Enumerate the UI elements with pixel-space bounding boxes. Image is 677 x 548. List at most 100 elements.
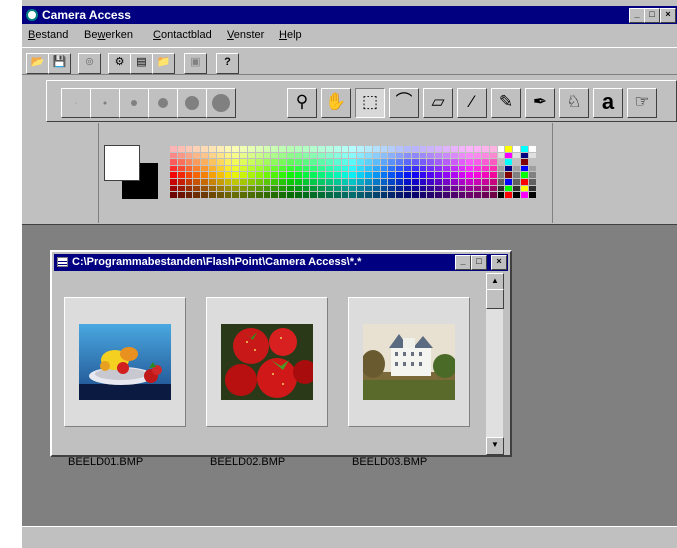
palette-color-cell[interactable] xyxy=(513,165,520,172)
palette-color-cell[interactable] xyxy=(170,185,177,192)
open-icon[interactable]: 📂 xyxy=(26,53,49,74)
palette-color-cell[interactable] xyxy=(271,172,279,178)
palette-color-cell[interactable] xyxy=(263,185,271,192)
palette-color-cell[interactable] xyxy=(365,165,372,172)
palette-color-cell[interactable] xyxy=(443,179,450,185)
palette-color-cell[interactable] xyxy=(326,165,333,172)
palette-color-cell[interactable] xyxy=(419,152,427,159)
palette-color-cell[interactable] xyxy=(365,172,372,178)
title-bar[interactable]: Camera Access _ □ × xyxy=(22,6,677,24)
palette-color-cell[interactable] xyxy=(341,152,349,159)
palette-color-cell[interactable] xyxy=(427,165,435,172)
palette-color-cell[interactable] xyxy=(193,146,201,152)
palette-color-cell[interactable] xyxy=(419,185,427,192)
palette-color-cell[interactable] xyxy=(388,152,396,159)
scan-icon[interactable]: ⊚ xyxy=(78,53,101,74)
palette-color-cell[interactable] xyxy=(372,159,380,165)
palette-color-cell[interactable] xyxy=(404,152,411,159)
palette-color-cell[interactable] xyxy=(411,152,419,159)
palette-color-cell[interactable] xyxy=(224,192,232,198)
palette-color-cell[interactable] xyxy=(458,179,466,185)
palette-color-cell[interactable] xyxy=(177,185,185,192)
smudge-tool-icon[interactable]: ☞ xyxy=(627,88,657,118)
palette-color-cell[interactable] xyxy=(489,152,497,159)
palette-color-cell[interactable] xyxy=(209,172,216,178)
palette-color-cell[interactable] xyxy=(224,185,232,192)
palette-color-cell[interactable] xyxy=(521,192,528,198)
thumbnail-label-3[interactable]: BEELD03.BMP xyxy=(352,456,427,468)
palette-color-cell[interactable] xyxy=(489,179,497,185)
palette-color-cell[interactable] xyxy=(302,172,310,178)
palette-color-cell[interactable] xyxy=(294,165,302,172)
minimize-button[interactable]: _ xyxy=(629,8,645,23)
palette-color-cell[interactable] xyxy=(458,165,466,172)
palette-color-cell[interactable] xyxy=(294,152,302,159)
palette-color-cell[interactable] xyxy=(232,192,240,198)
palette-color-cell[interactable] xyxy=(240,159,247,165)
palette-color-cell[interactable] xyxy=(489,192,497,198)
palette-color-cell[interactable] xyxy=(232,165,240,172)
palette-color-cell[interactable] xyxy=(466,185,474,192)
palette-color-cell[interactable] xyxy=(388,146,396,152)
palette-color-cell[interactable] xyxy=(357,165,364,172)
palette-color-cell[interactable] xyxy=(170,152,177,159)
palette-color-cell[interactable] xyxy=(302,146,310,152)
palette-color-cell[interactable] xyxy=(318,185,325,192)
palette-color-cell[interactable] xyxy=(349,159,357,165)
palette-color-cell[interactable] xyxy=(357,185,364,192)
palette-color-cell[interactable] xyxy=(326,172,333,178)
palette-color-cell[interactable] xyxy=(388,185,396,192)
scroll-down-button[interactable]: ▼ xyxy=(486,437,504,455)
palette-color-cell[interactable] xyxy=(482,152,489,159)
palette-color-cell[interactable] xyxy=(427,179,435,185)
palette-color-cell[interactable] xyxy=(489,146,497,152)
color-palette[interactable] xyxy=(170,146,546,200)
palette-color-cell[interactable] xyxy=(482,146,489,152)
palette-color-cell[interactable] xyxy=(357,146,364,152)
palette-color-cell[interactable] xyxy=(201,179,208,185)
palette-color-cell[interactable] xyxy=(450,152,458,159)
palette-color-cell[interactable] xyxy=(396,172,403,178)
brush-size-button[interactable] xyxy=(90,88,120,118)
palette-color-cell[interactable] xyxy=(357,192,364,198)
palette-color-cell[interactable] xyxy=(365,152,372,159)
palette-color-cell[interactable] xyxy=(255,152,263,159)
palette-color-cell[interactable] xyxy=(349,192,357,198)
palette-color-cell[interactable] xyxy=(380,172,388,178)
palette-color-cell[interactable] xyxy=(528,165,536,172)
palette-color-cell[interactable] xyxy=(279,152,286,159)
palette-color-cell[interactable] xyxy=(326,179,333,185)
palette-color-cell[interactable] xyxy=(411,159,419,165)
palette-color-cell[interactable] xyxy=(450,159,458,165)
palette-color-cell[interactable] xyxy=(427,192,435,198)
palette-color-cell[interactable] xyxy=(411,192,419,198)
palette-color-cell[interactable] xyxy=(505,192,513,198)
palette-color-cell[interactable] xyxy=(263,152,271,159)
palette-color-cell[interactable] xyxy=(450,165,458,172)
palette-color-cell[interactable] xyxy=(365,159,372,165)
thumbnail-card-3[interactable] xyxy=(348,297,470,427)
palette-color-cell[interactable] xyxy=(310,146,318,152)
palette-color-cell[interactable] xyxy=(513,185,520,192)
palette-color-cell[interactable] xyxy=(528,152,536,159)
palette-color-cell[interactable] xyxy=(489,172,497,178)
palette-color-cell[interactable] xyxy=(404,172,411,178)
thumbnail-label-1[interactable]: BEELD01.BMP xyxy=(68,456,143,468)
palette-color-cell[interactable] xyxy=(435,159,442,165)
palette-color-cell[interactable] xyxy=(443,152,450,159)
palette-color-cell[interactable] xyxy=(201,185,208,192)
palette-color-cell[interactable] xyxy=(294,172,302,178)
palette-color-cell[interactable] xyxy=(365,179,372,185)
palette-color-cell[interactable] xyxy=(349,172,357,178)
palette-color-cell[interactable] xyxy=(404,146,411,152)
pencil-tool-icon[interactable]: ✎ xyxy=(491,88,521,118)
palette-color-cell[interactable] xyxy=(240,172,247,178)
palette-color-cell[interactable] xyxy=(497,185,505,192)
palette-color-cell[interactable] xyxy=(240,146,247,152)
palette-color-cell[interactable] xyxy=(177,152,185,159)
palette-color-cell[interactable] xyxy=(310,172,318,178)
palette-color-cell[interactable] xyxy=(458,185,466,192)
palette-color-cell[interactable] xyxy=(513,152,520,159)
brush-size-button[interactable] xyxy=(61,88,91,118)
palette-color-cell[interactable] xyxy=(185,165,193,172)
